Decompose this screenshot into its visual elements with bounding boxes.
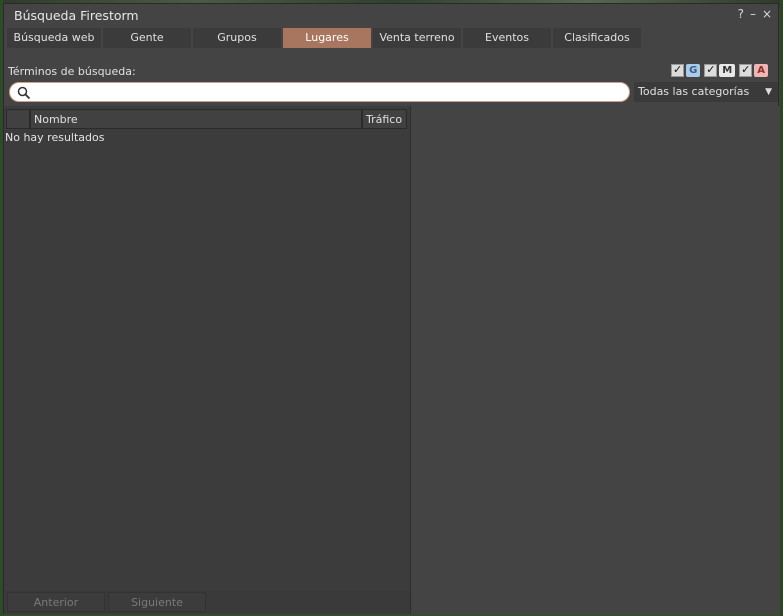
column-header-icon[interactable] (6, 109, 30, 129)
adult-rating-icon: A (754, 64, 768, 77)
pager-bar: Anterior Siguiente (4, 590, 410, 614)
tab-people[interactable]: Gente (103, 28, 191, 48)
column-header-name[interactable]: Nombre (30, 109, 362, 129)
search-floater: Búsqueda Firestorm ? – × Búsqueda web Ge… (3, 3, 779, 614)
chevron-down-icon: ▼ (765, 87, 772, 97)
close-icon[interactable]: × (762, 7, 772, 21)
previous-button[interactable]: Anterior (7, 592, 105, 612)
search-box (9, 82, 630, 102)
search-input[interactable] (34, 85, 623, 101)
search-tabs: Búsqueda web Gente Grupos Lugares Venta … (7, 28, 641, 48)
tab-groups[interactable]: Grupos (193, 28, 281, 48)
filter-general: ✓ G (671, 64, 701, 77)
no-results-message: No hay resultados (5, 131, 105, 144)
tab-land-sales[interactable]: Venta terreno (373, 28, 461, 48)
category-dropdown-value: Todas las categorías (638, 85, 750, 98)
moderate-rating-icon: M (719, 64, 736, 77)
window-title: Búsqueda Firestorm (14, 8, 139, 23)
filter-adult: ✓ A (739, 64, 768, 77)
maturity-filters: ✓ G ✓ M ✓ A (671, 64, 768, 77)
search-terms-label: Términos de búsqueda: (8, 65, 136, 78)
tab-events[interactable]: Eventos (463, 28, 551, 48)
title-bar[interactable]: Búsqueda Firestorm ? – × (4, 4, 778, 26)
search-icon (17, 86, 31, 100)
tab-web-search[interactable]: Búsqueda web (7, 28, 101, 48)
details-panel (410, 106, 779, 614)
tab-places[interactable]: Lugares (283, 28, 371, 48)
next-button[interactable]: Siguiente (108, 592, 206, 612)
help-icon[interactable]: ? (738, 7, 744, 21)
general-checkbox[interactable]: ✓ (671, 64, 685, 77)
category-dropdown[interactable]: Todas las categorías ▼ (634, 82, 778, 102)
title-bar-controls: ? – × (738, 7, 772, 21)
results-list: Nombre Tráfico No hay resultados (4, 106, 411, 590)
general-rating-icon: G (686, 64, 701, 77)
minimize-icon[interactable]: – (750, 7, 756, 21)
tab-classifieds[interactable]: Clasificados (553, 28, 641, 48)
moderate-checkbox[interactable]: ✓ (704, 64, 718, 77)
column-header-traffic[interactable]: Tráfico (362, 109, 407, 129)
adult-checkbox[interactable]: ✓ (739, 64, 753, 77)
filter-moderate: ✓ M (704, 64, 736, 77)
